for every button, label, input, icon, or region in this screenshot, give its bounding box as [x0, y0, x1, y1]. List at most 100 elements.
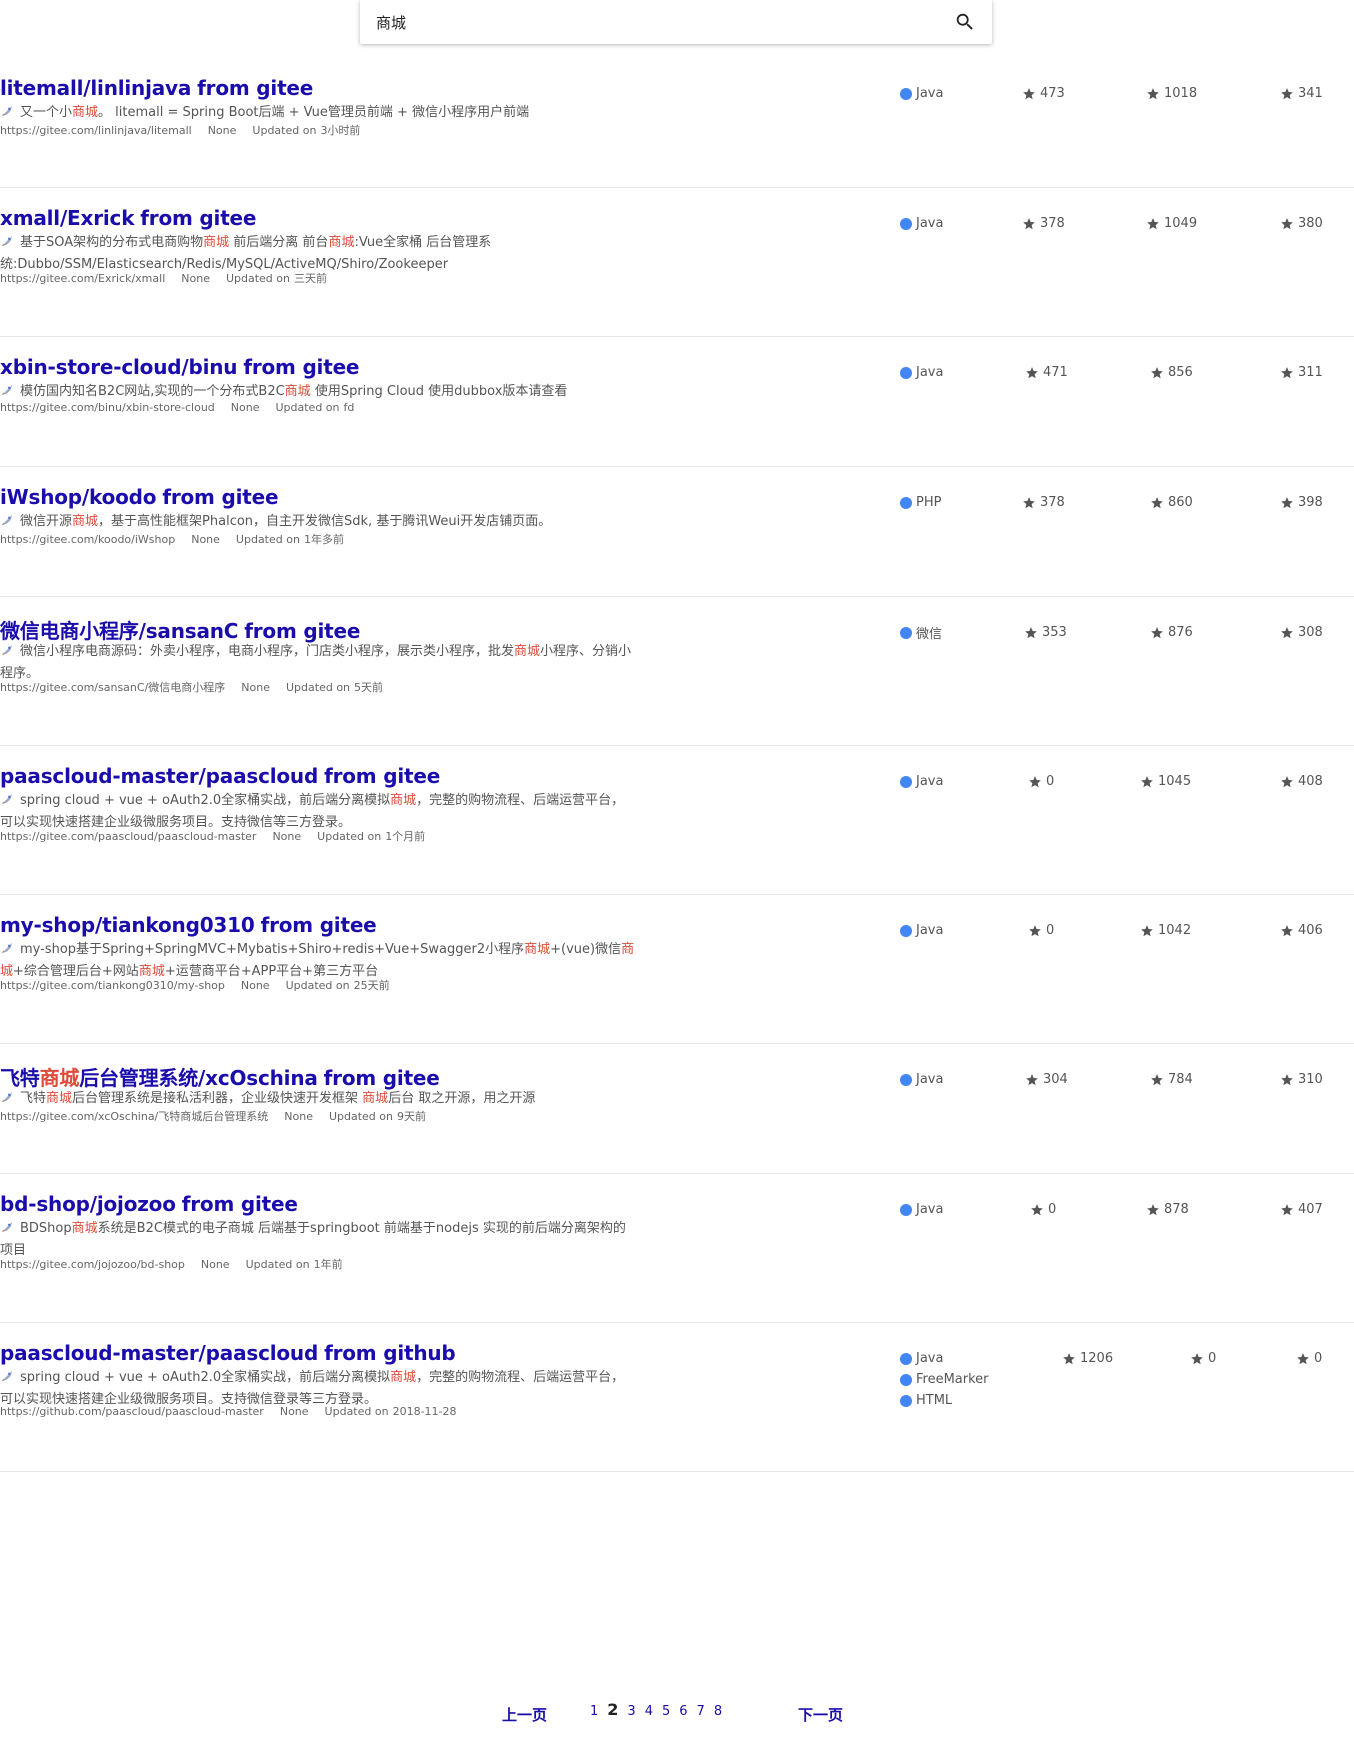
- from-prefix: from: [244, 619, 297, 643]
- result-meta: https://gitee.com/sansanC/微信电商小程序 None Upd…: [0, 679, 399, 695]
- language-list: Java: [900, 1069, 943, 1090]
- language-list: Java: [900, 213, 943, 234]
- keyword-highlight: 商城: [390, 793, 417, 808]
- star-value: 0: [1048, 1202, 1057, 1217]
- language-name: Java: [916, 216, 944, 231]
- star-value: 876: [1168, 625, 1193, 640]
- language-list: Java: [900, 362, 943, 383]
- language-item: PHP: [900, 492, 941, 513]
- page-link[interactable]: 5: [662, 1704, 670, 1719]
- page-link[interactable]: 1: [590, 1704, 598, 1719]
- desc-text: spring cloud + vue + oAuth2.0全家桶实战，前后端分离…: [20, 793, 391, 808]
- star-value: 0: [1208, 1351, 1217, 1366]
- page-link[interactable]: 4: [645, 1704, 653, 1719]
- language-dot-icon: [900, 626, 912, 639]
- result-title-link[interactable]: xbin-store-cloud/binu from gitee: [0, 355, 360, 379]
- result-title-link[interactable]: 飞特商城后台管理系统/xcOschina from gitee: [0, 1062, 440, 1091]
- star-icon: [1030, 1203, 1048, 1217]
- result-url[interactable]: https://gitee.com/koodo/iWshop: [0, 533, 175, 546]
- language-item: Java: [900, 1199, 943, 1220]
- desc-text: 使用Spring Cloud 使用dubbox版本请查看: [310, 384, 568, 399]
- star-icon: [1280, 626, 1298, 640]
- language-item: FreeMarker: [900, 1369, 989, 1390]
- title-part: 飞特: [0, 1066, 40, 1090]
- page-link[interactable]: 3: [627, 1704, 635, 1719]
- language-dot-icon: [900, 496, 912, 509]
- result-url[interactable]: https://gitee.com/xcOschina/飞特商城后台管理系统: [0, 1110, 268, 1123]
- updated-prefix: Updated on: [286, 681, 351, 694]
- star-value: 1206: [1080, 1351, 1114, 1366]
- result-source: github: [383, 1341, 456, 1365]
- language-name: Java: [916, 86, 944, 101]
- star-icon: [1280, 87, 1298, 101]
- result-title-link[interactable]: paascloud-master/paascloud from gitee: [0, 764, 440, 788]
- language-dot-icon: [900, 1352, 912, 1365]
- from-prefix: from: [260, 913, 314, 937]
- result-source: gitee: [383, 764, 441, 788]
- title-part: 后台管理系统/xcOschina: [79, 1066, 318, 1090]
- result-title-link[interactable]: my-shop/tiankong0310 from gitee: [0, 913, 377, 937]
- star-count: 1045: [1140, 771, 1191, 792]
- page-link[interactable]: 8: [714, 1704, 722, 1719]
- result-title-link[interactable]: bd-shop/jojozoo from gitee: [0, 1192, 298, 1216]
- desc-text: 模仿国内知名B2C网站,实现的一个分布式B2C: [20, 384, 285, 399]
- language-item: Java: [900, 920, 943, 941]
- results-list: litemall/linlinjava from gitee 又一个小商城。 lit…: [0, 58, 1354, 1472]
- search-icon[interactable]: [954, 11, 976, 33]
- result-url[interactable]: https://gitee.com/jojozoo/bd-shop: [0, 1258, 185, 1271]
- language-item: Java: [900, 362, 943, 383]
- result-url[interactable]: https://gitee.com/sansanC/微信电商小程序: [0, 681, 225, 694]
- star-count: 473: [1022, 83, 1065, 104]
- star-count: 1049: [1146, 213, 1197, 234]
- search-result: my-shop/tiankong0310 from gitee my-shop基于S…: [0, 895, 1354, 1044]
- keyword-highlight: 商城: [46, 1091, 73, 1106]
- star-value: 310: [1298, 1072, 1323, 1087]
- star-value: 1045: [1158, 774, 1192, 789]
- title-part: my-shop/tiankong0310: [0, 913, 255, 937]
- star-value: 1042: [1158, 923, 1192, 938]
- star-icon: [1146, 1203, 1164, 1217]
- keyword-highlight: 商城: [390, 1370, 417, 1385]
- result-url[interactable]: https://gitee.com/Exrick/xmall: [0, 272, 165, 285]
- prev-page-link[interactable]: 上一页: [502, 1704, 547, 1725]
- result-title-link[interactable]: 微信电商小程序/sansanC from gitee: [0, 615, 360, 644]
- updated-value: 9天前: [397, 1110, 426, 1123]
- keyword-highlight: 商城: [328, 235, 355, 250]
- result-title-link[interactable]: iWshop/koodo from gitee: [0, 485, 279, 509]
- language-item: Java: [900, 771, 943, 792]
- desc-text: spring cloud + vue + oAuth2.0全家桶实战，前后端分离…: [20, 1370, 391, 1385]
- result-url[interactable]: https://gitee.com/binu/xbin-store-cloud: [0, 401, 215, 414]
- result-url[interactable]: https://gitee.com/paascloud/paascloud-ma…: [0, 830, 256, 843]
- updated-label: Updated on fd: [275, 401, 354, 414]
- page-link[interactable]: 7: [697, 1704, 705, 1719]
- star-value: 308: [1298, 625, 1323, 640]
- language-dot-icon: [900, 1073, 912, 1086]
- result-meta: https://gitee.com/xcOschina/飞特商城后台管理系统 No…: [0, 1108, 442, 1124]
- desc-text: 微信开源: [20, 514, 73, 529]
- language-name: PHP: [916, 495, 942, 510]
- result-url[interactable]: https://gitee.com/linlinjava/litemall: [0, 124, 192, 137]
- result-description: 又一个小商城。 litemall = Spring Boot后端 + Vue管理…: [0, 102, 635, 124]
- pagination: 上一页 12345678 下一页: [0, 1700, 1354, 1730]
- updated-prefix: Updated on: [225, 272, 290, 285]
- from-prefix: from: [197, 76, 250, 100]
- updated-prefix: Updated on: [285, 979, 350, 992]
- keyword-highlight: 商城: [284, 384, 311, 399]
- from-prefix: from: [162, 485, 215, 509]
- result-url[interactable]: https://github.com/paascloud/paascloud-m…: [0, 1405, 264, 1418]
- updated-value: 1个月前: [385, 830, 426, 843]
- updated-label: Updated on 5天前: [286, 681, 383, 694]
- rocket-icon: [0, 1369, 14, 1383]
- result-title-link[interactable]: xmall/Exrick from gitee: [0, 206, 256, 230]
- result-url[interactable]: https://gitee.com/tiankong0310/my-shop: [0, 979, 225, 992]
- search-input[interactable]: [376, 0, 936, 44]
- next-page-link[interactable]: 下一页: [798, 1704, 843, 1725]
- rocket-icon: [0, 643, 14, 657]
- result-title-link[interactable]: paascloud-master/paascloud from github: [0, 1341, 456, 1365]
- result-description: 模仿国内知名B2C网站,实现的一个分布式B2C商城 使用Spring Cloud…: [0, 381, 635, 403]
- star-icon: [1025, 1073, 1043, 1087]
- star-icon: [1150, 366, 1168, 380]
- result-title-link[interactable]: litemall/linlinjava from gitee: [0, 76, 313, 100]
- from-prefix: from: [323, 1066, 377, 1090]
- page-link[interactable]: 6: [679, 1704, 687, 1719]
